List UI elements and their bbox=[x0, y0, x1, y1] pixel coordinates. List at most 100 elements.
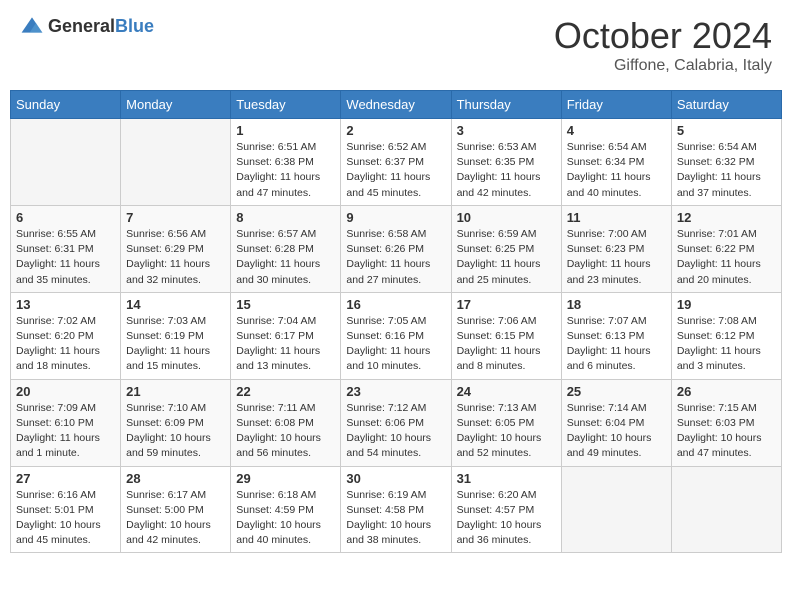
calendar-cell: 21 Sunrise: 7:10 AMSunset: 6:09 PMDayligh… bbox=[121, 379, 231, 466]
calendar-weekday-monday: Monday bbox=[121, 91, 231, 119]
calendar-cell: 16 Sunrise: 7:05 AMSunset: 6:16 PMDayligh… bbox=[341, 292, 451, 379]
day-info: Sunrise: 7:04 AMSunset: 6:17 PMDaylight:… bbox=[236, 314, 335, 375]
day-number: 5 bbox=[677, 123, 776, 138]
logo-blue: Blue bbox=[115, 16, 154, 36]
day-number: 7 bbox=[126, 210, 225, 225]
day-info: Sunrise: 6:56 AMSunset: 6:29 PMDaylight:… bbox=[126, 227, 225, 288]
day-info: Sunrise: 7:06 AMSunset: 6:15 PMDaylight:… bbox=[457, 314, 556, 375]
calendar-weekday-friday: Friday bbox=[561, 91, 671, 119]
day-number: 28 bbox=[126, 471, 225, 486]
calendar-cell: 28 Sunrise: 6:17 AMSunset: 5:00 PMDayligh… bbox=[121, 466, 231, 553]
calendar-cell: 23 Sunrise: 7:12 AMSunset: 6:06 PMDayligh… bbox=[341, 379, 451, 466]
calendar-cell: 5Sunrise: 6:54 AMSunset: 6:32 PMDaylight… bbox=[671, 119, 781, 206]
day-number: 10 bbox=[457, 210, 556, 225]
day-info: Sunrise: 6:18 AMSunset: 4:59 PMDaylight:… bbox=[236, 488, 335, 549]
calendar-cell: 4Sunrise: 6:54 AMSunset: 6:34 PMDaylight… bbox=[561, 119, 671, 206]
day-number: 8 bbox=[236, 210, 335, 225]
calendar-cell: 8 Sunrise: 6:57 AMSunset: 6:28 PMDaylight… bbox=[231, 205, 341, 292]
day-number: 13 bbox=[16, 297, 115, 312]
day-info: Sunrise: 6:57 AMSunset: 6:28 PMDaylight:… bbox=[236, 227, 335, 288]
day-info: Sunrise: 6:17 AMSunset: 5:00 PMDaylight:… bbox=[126, 488, 225, 549]
day-number: 26 bbox=[677, 384, 776, 399]
day-info: Sunrise: 6:51 AMSunset: 6:38 PMDaylight:… bbox=[236, 140, 335, 201]
day-info: Sunrise: 6:19 AMSunset: 4:58 PMDaylight:… bbox=[346, 488, 445, 549]
calendar-weekday-wednesday: Wednesday bbox=[341, 91, 451, 119]
calendar-cell: 20 Sunrise: 7:09 AMSunset: 6:10 PMDayligh… bbox=[11, 379, 121, 466]
day-info: Sunrise: 6:53 AMSunset: 6:35 PMDaylight:… bbox=[457, 140, 556, 201]
day-info: Sunrise: 7:00 AMSunset: 6:23 PMDaylight:… bbox=[567, 227, 666, 288]
day-info: Sunrise: 6:52 AMSunset: 6:37 PMDaylight:… bbox=[346, 140, 445, 201]
calendar-cell: 3 Sunrise: 6:53 AMSunset: 6:35 PMDaylight… bbox=[451, 119, 561, 206]
day-number: 11 bbox=[567, 210, 666, 225]
day-number: 22 bbox=[236, 384, 335, 399]
day-info: Sunrise: 7:14 AMSunset: 6:04 PMDaylight:… bbox=[567, 401, 666, 462]
calendar-cell bbox=[121, 119, 231, 206]
day-number: 12 bbox=[677, 210, 776, 225]
calendar-cell: 31Sunrise: 6:20 AMSunset: 4:57 PMDayligh… bbox=[451, 466, 561, 553]
calendar-cell: 12 Sunrise: 7:01 AMSunset: 6:22 PMDayligh… bbox=[671, 205, 781, 292]
day-number: 20 bbox=[16, 384, 115, 399]
calendar-cell: 27 Sunrise: 6:16 AMSunset: 5:01 PMDayligh… bbox=[11, 466, 121, 553]
day-info: Sunrise: 6:16 AMSunset: 5:01 PMDaylight:… bbox=[16, 488, 115, 549]
day-number: 6 bbox=[16, 210, 115, 225]
day-number: 14 bbox=[126, 297, 225, 312]
day-info: Sunrise: 6:59 AMSunset: 6:25 PMDaylight:… bbox=[457, 227, 556, 288]
logo-general: General bbox=[48, 16, 115, 36]
day-number: 25 bbox=[567, 384, 666, 399]
day-number: 24 bbox=[457, 384, 556, 399]
calendar-week-2: 6 Sunrise: 6:55 AMSunset: 6:31 PMDaylight… bbox=[11, 205, 782, 292]
logo-icon bbox=[20, 15, 44, 39]
calendar-cell: 22 Sunrise: 7:11 AMSunset: 6:08 PMDayligh… bbox=[231, 379, 341, 466]
calendar-weekday-thursday: Thursday bbox=[451, 91, 561, 119]
calendar-cell bbox=[671, 466, 781, 553]
day-number: 21 bbox=[126, 384, 225, 399]
calendar-cell: 2Sunrise: 6:52 AMSunset: 6:37 PMDaylight… bbox=[341, 119, 451, 206]
calendar-table: SundayMondayTuesdayWednesdayThursdayFrid… bbox=[10, 90, 782, 553]
day-number: 9 bbox=[346, 210, 445, 225]
day-info: Sunrise: 6:20 AMSunset: 4:57 PMDaylight:… bbox=[457, 488, 556, 549]
day-number: 16 bbox=[346, 297, 445, 312]
day-number: 1 bbox=[236, 123, 335, 138]
day-info: Sunrise: 6:58 AMSunset: 6:26 PMDaylight:… bbox=[346, 227, 445, 288]
day-number: 15 bbox=[236, 297, 335, 312]
calendar-weekday-saturday: Saturday bbox=[671, 91, 781, 119]
day-info: Sunrise: 7:09 AMSunset: 6:10 PMDaylight:… bbox=[16, 401, 115, 462]
calendar-cell: 6 Sunrise: 6:55 AMSunset: 6:31 PMDaylight… bbox=[11, 205, 121, 292]
day-info: Sunrise: 7:13 AMSunset: 6:05 PMDaylight:… bbox=[457, 401, 556, 462]
calendar-cell: 19 Sunrise: 7:08 AMSunset: 6:12 PMDayligh… bbox=[671, 292, 781, 379]
day-number: 3 bbox=[457, 123, 556, 138]
day-info: Sunrise: 6:55 AMSunset: 6:31 PMDaylight:… bbox=[16, 227, 115, 288]
day-info: Sunrise: 7:03 AMSunset: 6:19 PMDaylight:… bbox=[126, 314, 225, 375]
day-number: 23 bbox=[346, 384, 445, 399]
calendar-cell: 1 Sunrise: 6:51 AMSunset: 6:38 PMDaylight… bbox=[231, 119, 341, 206]
calendar-cell: 25 Sunrise: 7:14 AMSunset: 6:04 PMDayligh… bbox=[561, 379, 671, 466]
calendar-cell: 11 Sunrise: 7:00 AMSunset: 6:23 PMDayligh… bbox=[561, 205, 671, 292]
day-number: 29 bbox=[236, 471, 335, 486]
calendar-cell: 18Sunrise: 7:07 AMSunset: 6:13 PMDayligh… bbox=[561, 292, 671, 379]
calendar-cell: 24 Sunrise: 7:13 AMSunset: 6:05 PMDayligh… bbox=[451, 379, 561, 466]
calendar-week-1: 1 Sunrise: 6:51 AMSunset: 6:38 PMDaylight… bbox=[11, 119, 782, 206]
calendar-week-4: 20 Sunrise: 7:09 AMSunset: 6:10 PMDayligh… bbox=[11, 379, 782, 466]
calendar-cell: 26Sunrise: 7:15 AMSunset: 6:03 PMDayligh… bbox=[671, 379, 781, 466]
calendar-weekday-tuesday: Tuesday bbox=[231, 91, 341, 119]
calendar-header-row: SundayMondayTuesdayWednesdayThursdayFrid… bbox=[11, 91, 782, 119]
calendar-week-3: 13Sunrise: 7:02 AMSunset: 6:20 PMDayligh… bbox=[11, 292, 782, 379]
day-number: 17 bbox=[457, 297, 556, 312]
calendar-cell bbox=[11, 119, 121, 206]
day-number: 27 bbox=[16, 471, 115, 486]
day-number: 30 bbox=[346, 471, 445, 486]
calendar-cell: 29 Sunrise: 6:18 AMSunset: 4:59 PMDayligh… bbox=[231, 466, 341, 553]
calendar-cell: 9 Sunrise: 6:58 AMSunset: 6:26 PMDaylight… bbox=[341, 205, 451, 292]
calendar-cell: 14 Sunrise: 7:03 AMSunset: 6:19 PMDayligh… bbox=[121, 292, 231, 379]
day-info: Sunrise: 7:11 AMSunset: 6:08 PMDaylight:… bbox=[236, 401, 335, 462]
day-info: Sunrise: 7:08 AMSunset: 6:12 PMDaylight:… bbox=[677, 314, 776, 375]
day-info: Sunrise: 7:05 AMSunset: 6:16 PMDaylight:… bbox=[346, 314, 445, 375]
day-number: 19 bbox=[677, 297, 776, 312]
day-info: Sunrise: 7:10 AMSunset: 6:09 PMDaylight:… bbox=[126, 401, 225, 462]
calendar-week-5: 27 Sunrise: 6:16 AMSunset: 5:01 PMDayligh… bbox=[11, 466, 782, 553]
calendar-weekday-sunday: Sunday bbox=[11, 91, 121, 119]
day-number: 4 bbox=[567, 123, 666, 138]
day-info: Sunrise: 7:01 AMSunset: 6:22 PMDaylight:… bbox=[677, 227, 776, 288]
day-info: Sunrise: 7:07 AMSunset: 6:13 PMDaylight:… bbox=[567, 314, 666, 375]
day-info: Sunrise: 7:12 AMSunset: 6:06 PMDaylight:… bbox=[346, 401, 445, 462]
